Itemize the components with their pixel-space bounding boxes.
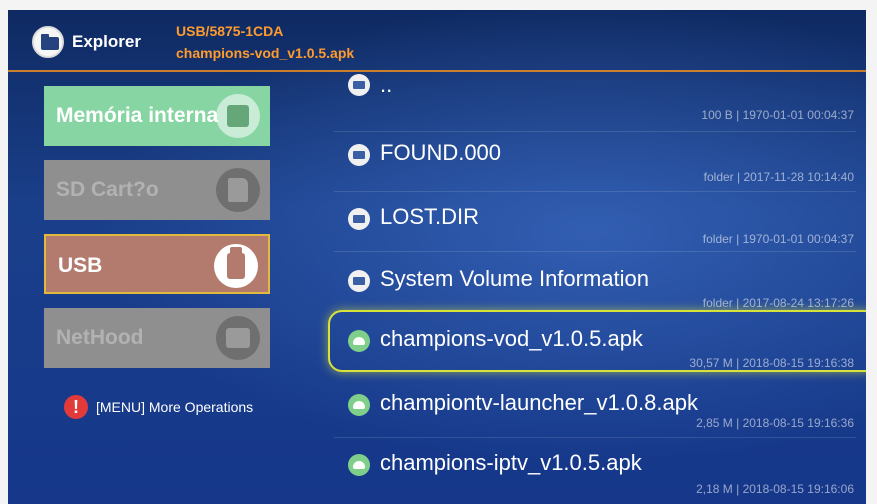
file-meta: 2,18 M | 2018-08-15 19:16:06 <box>696 482 854 496</box>
sd-card-icon <box>216 168 260 212</box>
file-row-system-volume[interactable]: System Volume Information folder | 2017-… <box>328 252 862 312</box>
device-sd-card[interactable]: SD Cart?o <box>44 160 270 220</box>
current-path-device: USB/5875-1CDA <box>176 23 284 39</box>
file-name: FOUND.000 <box>380 140 502 165</box>
apk-icon <box>348 394 370 416</box>
network-icon <box>216 316 260 360</box>
apk-icon <box>348 330 370 352</box>
header: Explorer USB/5875-1CDA champions-vod_v1.… <box>8 10 866 70</box>
file-row-lost-dir[interactable]: LOST.DIR folder | 1970-01-01 00:04:37 <box>328 192 862 252</box>
folder-icon <box>348 144 370 166</box>
file-row-parent[interactable]: .. 100 B | 1970-01-01 00:04:37 <box>328 72 862 132</box>
file-meta: 100 B | 1970-01-01 00:04:37 <box>701 108 854 122</box>
file-name: champions-vod_v1.0.5.apk <box>380 326 643 351</box>
device-label: USB <box>58 254 103 277</box>
file-meta: folder | 2017-11-28 10:14:40 <box>703 170 854 184</box>
folder-logo-icon <box>32 26 64 58</box>
file-name: champions-iptv_v1.0.5.apk <box>380 450 642 475</box>
device-internal-memory[interactable]: Memória interna <box>44 86 270 146</box>
folder-icon <box>348 270 370 292</box>
file-name: System Volume Information <box>380 266 650 291</box>
folder-icon <box>348 74 370 96</box>
file-row-champions-iptv[interactable]: champions-iptv_v1.0.5.apk 2,18 M | 2018-… <box>328 438 862 498</box>
file-name: LOST.DIR <box>380 204 480 229</box>
file-explorer-screen: Explorer USB/5875-1CDA champions-vod_v1.… <box>8 10 866 504</box>
device-usb[interactable]: USB <box>44 234 270 294</box>
file-row-championtv-launcher[interactable]: championtv-launcher_v1.0.8.apk 2,85 M | … <box>328 378 862 438</box>
file-meta: folder | 2017-08-24 13:17:26 <box>702 296 854 310</box>
menu-hint-text: [MENU] More Operations <box>96 399 254 415</box>
file-row-champions-vod[interactable]: champions-vod_v1.0.5.apk 30,57 M | 2018-… <box>328 310 866 372</box>
file-name: championtv-launcher_v1.0.8.apk <box>380 390 698 415</box>
file-row-found[interactable]: FOUND.000 folder | 2017-11-28 10:14:40 <box>328 132 862 192</box>
apk-icon <box>348 454 370 476</box>
usb-icon <box>214 244 258 288</box>
file-meta: folder | 1970-01-01 00:04:37 <box>702 232 854 246</box>
device-label: NetHood <box>56 326 144 349</box>
app-title: Explorer <box>72 32 141 51</box>
current-path-file: champions-vod_v1.0.5.apk <box>176 45 355 61</box>
alert-icon: ! <box>64 395 88 419</box>
internal-memory-icon <box>216 94 260 138</box>
device-sidebar: Memória interna SD Cart?o USB NetHood <box>44 86 270 382</box>
file-list: .. 100 B | 1970-01-01 00:04:37 FOUND.000… <box>328 72 866 504</box>
device-nethood[interactable]: NetHood <box>44 308 270 368</box>
menu-hint: ! [MENU] More Operations <box>64 395 314 421</box>
device-label: SD Cart?o <box>56 178 159 201</box>
file-name: .. <box>380 72 393 97</box>
file-meta: 30,57 M | 2018-08-15 19:16:38 <box>689 356 854 370</box>
folder-icon <box>348 208 370 230</box>
file-meta: 2,85 M | 2018-08-15 19:16:36 <box>696 416 854 430</box>
device-label: Memória interna <box>56 104 219 127</box>
